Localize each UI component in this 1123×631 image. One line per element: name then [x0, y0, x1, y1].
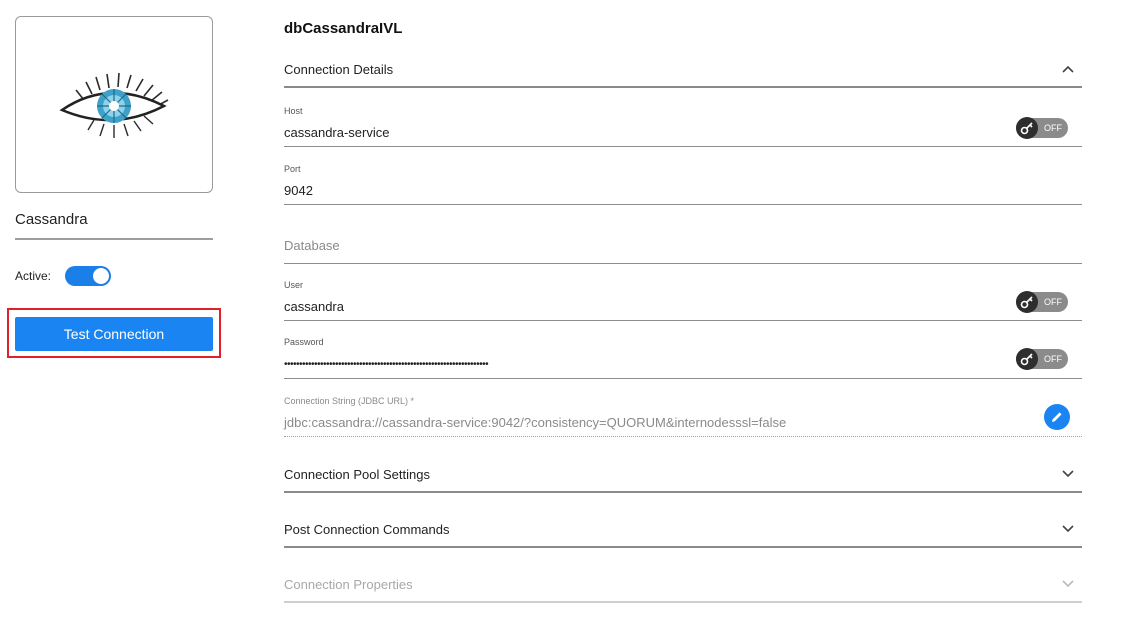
test-connection-button[interactable]: Test Connection: [15, 317, 213, 351]
vault-state: OFF: [1044, 354, 1062, 364]
database-field[interactable]: Database: [284, 238, 1082, 264]
port-label: Port: [284, 164, 301, 174]
chevron-down-icon: [1060, 466, 1076, 482]
db-type-name: Cassandra: [15, 211, 213, 240]
password-field[interactable]: Password •••••••••••••••••••••••••••••••…: [284, 337, 1082, 379]
active-toggle[interactable]: [65, 266, 112, 286]
host-field[interactable]: Host cassandra-service OFF: [284, 106, 1082, 147]
section-post-connection[interactable]: Post Connection Commands: [284, 512, 1082, 548]
section-connection-details[interactable]: Connection Details: [284, 52, 1082, 88]
port-field[interactable]: Port 9042: [284, 164, 1082, 205]
section-connection-properties: Connection Properties: [284, 567, 1082, 603]
chevron-down-icon: [1060, 521, 1076, 537]
jdbc-value: jdbc:cassandra://cassandra-service:9042/…: [284, 415, 787, 430]
key-icon: [1016, 117, 1038, 139]
user-field[interactable]: User cassandra OFF: [284, 280, 1082, 321]
cassandra-eye-logo: [59, 72, 169, 138]
user-value[interactable]: cassandra: [284, 299, 1082, 314]
pencil-icon: [1052, 412, 1062, 422]
password-vault-toggle[interactable]: OFF: [1016, 348, 1068, 370]
section-label: Connection Pool Settings: [284, 466, 430, 482]
password-label: Password: [284, 337, 324, 347]
left-panel: Cassandra Active:: [15, 16, 213, 286]
port-value[interactable]: 9042: [284, 183, 1082, 198]
vault-state: OFF: [1044, 297, 1062, 307]
key-icon: [1016, 291, 1038, 313]
section-label: Connection Details: [284, 61, 394, 77]
key-icon: [1016, 348, 1038, 370]
password-value[interactable]: ••••••••••••••••••••••••••••••••••••••••…: [284, 359, 1082, 370]
section-connection-pool[interactable]: Connection Pool Settings: [284, 457, 1082, 493]
database-placeholder: Database: [284, 238, 340, 253]
host-vault-toggle[interactable]: OFF: [1016, 117, 1068, 139]
user-vault-toggle[interactable]: OFF: [1016, 291, 1068, 313]
chevron-down-icon: [1060, 576, 1076, 592]
vault-state: OFF: [1044, 123, 1062, 133]
active-row: Active:: [15, 266, 213, 286]
chevron-up-icon: [1060, 61, 1076, 77]
host-label: Host: [284, 106, 303, 116]
jdbc-url-field: Connection String (JDBC URL) * jdbc:cass…: [284, 396, 1082, 437]
section-label: Connection Properties: [284, 576, 413, 592]
user-label: User: [284, 280, 304, 290]
section-label: Post Connection Commands: [284, 521, 450, 537]
jdbc-label: Connection String (JDBC URL) *: [284, 396, 415, 406]
page-title: dbCassandraIVL: [284, 20, 403, 37]
edit-jdbc-button[interactable]: [1044, 404, 1070, 430]
host-value[interactable]: cassandra-service: [284, 125, 1082, 140]
db-logo-card: [15, 16, 213, 193]
toggle-knob: [93, 268, 110, 284]
test-connection-highlight: Test Connection: [7, 308, 221, 358]
active-label: Active:: [15, 269, 52, 283]
